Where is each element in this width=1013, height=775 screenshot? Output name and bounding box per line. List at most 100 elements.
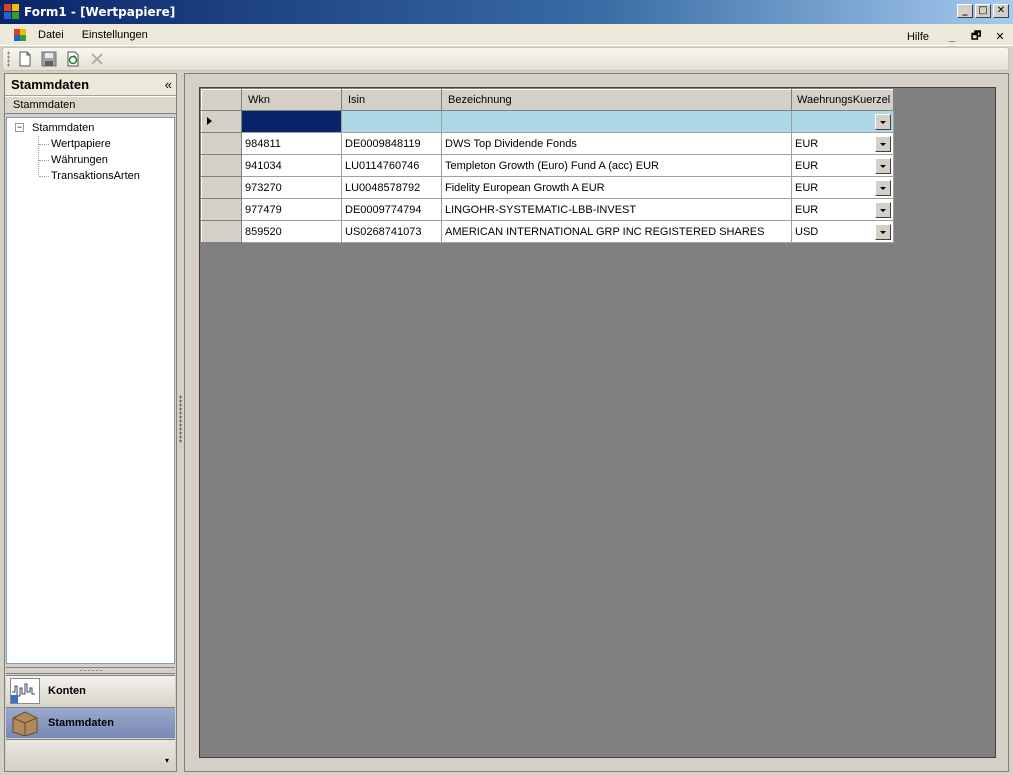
cell-wkn[interactable]: 859520 [241,220,342,243]
cell-wkn[interactable]: 941034 [241,154,342,177]
cell-waehrung[interactable]: EUR [790,176,895,199]
table-row[interactable]: 941034 LU0114760746 Templeton Growth (Euro… [201,154,895,177]
cell-isin-text: DE0009774794 [345,203,422,216]
new-row[interactable] [201,110,895,133]
cell-waehrung[interactable]: EUR [790,154,895,177]
cell-wkn-text: 859520 [245,225,282,238]
mdi-restore-button[interactable]: 🗗 [971,27,981,46]
cell-bezeichnung[interactable]: AMERICAN INTERNATIONAL GRP INC REGISTERE… [441,220,792,243]
wertpapiere-grid: Wkn Isin Bezeichnung WaehrungsKuerzel 98… [199,87,996,758]
dropdown-arrow-icon[interactable] [875,136,892,152]
konten-icon [10,678,40,704]
table-row[interactable]: 977479 DE0009774794 LINGOHR-SYSTEMATIC-LBB… [201,198,895,221]
tree-node-label: Währungen [51,154,108,166]
nav-overflow-bar[interactable]: ▾ [6,739,175,771]
chevron-down-icon[interactable]: ▾ [165,756,169,765]
toolbar-grip[interactable] [7,51,10,67]
cell-bezeichnung[interactable]: Fidelity European Growth A EUR [441,176,792,199]
stammdaten-tree: − Stammdaten Wertpapiere Währungen Trans… [6,117,175,664]
minimize-button[interactable]: _ [957,4,973,18]
nav-splitter[interactable] [6,667,175,674]
toolbar [2,47,1009,71]
tree-node-stammdaten[interactable]: − Stammdaten [7,120,174,136]
current-row-arrow-icon [207,117,212,125]
table-row[interactable]: 984811 DE0009848119 DWS Top Dividende Fond… [201,132,895,155]
table-row[interactable]: 973270 LU0048578792 Fidelity European Grow… [201,176,895,199]
cell-bezeichnung-text: Templeton Growth (Euro) Fund A (acc) EUR [445,159,659,172]
nav-button-stammdaten[interactable]: Stammdaten [6,707,175,738]
cell-isin[interactable]: LU0114760746 [341,154,442,177]
row-header[interactable] [201,176,242,199]
cell-wkn[interactable]: 984811 [241,132,342,155]
save-icon[interactable] [40,50,58,68]
cell-waehrung[interactable]: EUR [790,132,895,155]
nav-header: Stammdaten « [5,74,176,96]
table-row[interactable]: 859520 US0268741073 AMERICAN INTERNATIONAL… [201,220,895,243]
column-header-wkn[interactable]: Wkn [241,89,342,111]
tree-node-wertpapiere[interactable]: Wertpapiere [7,136,174,152]
cell-waehrung-new[interactable] [790,110,895,133]
dropdown-arrow-icon[interactable] [875,158,892,174]
cell-isin-text: DE0009848119 [345,137,421,150]
tree-node-waehrungen[interactable]: Währungen [7,152,174,168]
data-grid-table: Wkn Isin Bezeichnung WaehrungsKuerzel 98… [201,89,895,243]
cell-bezeichnung-text: AMERICAN INTERNATIONAL GRP INC REGISTERE… [445,225,765,238]
grid-corner-header[interactable] [201,89,242,111]
app-icon[interactable] [4,4,20,20]
cell-isin[interactable]: LU0048578792 [341,176,442,199]
dropdown-arrow-icon[interactable] [875,114,892,130]
navigation-pane: Stammdaten « Stammdaten − Stammdaten Wer… [4,73,177,772]
cell-isin-new[interactable] [341,110,442,133]
cell-waehrung-text: EUR [795,181,819,194]
close-button[interactable]: ✕ [993,4,1009,18]
cell-wkn-text: 984811 [245,137,281,150]
cell-bezeichnung-new[interactable] [441,110,792,133]
row-header[interactable] [201,154,242,177]
cell-bezeichnung[interactable]: DWS Top Dividende Fonds [441,132,792,155]
cell-isin[interactable]: DE0009848119 [341,132,442,155]
new-document-icon[interactable] [16,50,34,68]
menu-einstellungen[interactable]: Einstellungen [82,27,148,43]
cell-wkn-text: 977479 [245,203,282,216]
cell-bezeichnung-text: LINGOHR-SYSTEMATIC-LBB-INVEST [445,203,637,216]
mdi-child-icon[interactable] [12,27,28,43]
column-header-isin[interactable]: Isin [341,89,442,111]
stammdaten-box-icon [10,710,40,737]
column-header-waehrungskuerzel[interactable]: WaehrungsKuerzel [790,89,895,111]
menu-hilfe[interactable]: Hilfe [907,29,929,45]
mdi-close-button[interactable]: ✕ [995,30,1005,43]
dropdown-arrow-icon[interactable] [875,180,892,196]
cell-wkn-new[interactable] [241,110,342,133]
column-header-bezeichnung[interactable]: Bezeichnung [441,89,792,111]
mdi-client-area: Wkn Isin Bezeichnung WaehrungsKuerzel 98… [184,73,1009,772]
collapse-pane-icon[interactable]: « [165,77,172,92]
refresh-icon[interactable] [64,50,82,68]
row-header-current[interactable] [201,110,242,133]
cell-bezeichnung[interactable]: LINGOHR-SYSTEMATIC-LBB-INVEST [441,198,792,221]
cell-bezeichnung-text: Fidelity European Growth A EUR [445,181,605,194]
cell-bezeichnung[interactable]: Templeton Growth (Euro) Fund A (acc) EUR [441,154,792,177]
cell-wkn-text: 973270 [245,181,282,194]
cell-wkn[interactable]: 977479 [241,198,342,221]
cell-waehrung[interactable]: EUR [790,198,895,221]
tree-collapse-icon[interactable]: − [15,123,24,132]
cell-isin[interactable]: US0268741073 [341,220,442,243]
tree-node-transaktionsarten[interactable]: TransaktionsArten [7,168,174,184]
delete-icon[interactable] [88,50,106,68]
pane-splitter[interactable] [179,395,182,443]
row-header[interactable] [201,220,242,243]
mdi-minimize-button[interactable]: _ [947,31,957,43]
menu-datei[interactable]: Datei [38,27,64,43]
nav-subheader: Stammdaten [5,96,176,114]
row-header[interactable] [201,132,242,155]
cell-waehrung[interactable]: USD [790,220,895,243]
cell-waehrung-text: EUR [795,137,819,150]
dropdown-arrow-icon[interactable] [875,224,892,240]
tree-node-label: Wertpapiere [51,138,111,150]
cell-wkn[interactable]: 973270 [241,176,342,199]
nav-button-konten[interactable]: Konten [6,675,175,706]
cell-isin[interactable]: DE0009774794 [341,198,442,221]
maximize-button[interactable]: □ [975,4,991,18]
dropdown-arrow-icon[interactable] [875,202,892,218]
row-header[interactable] [201,198,242,221]
